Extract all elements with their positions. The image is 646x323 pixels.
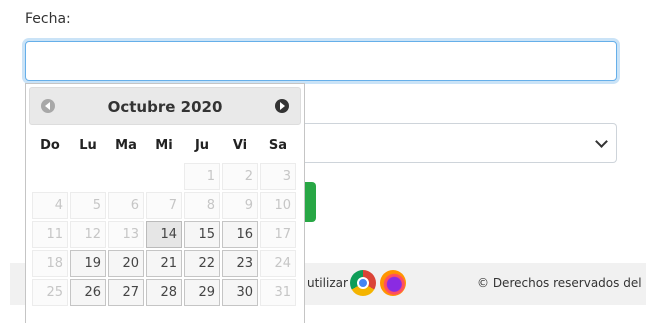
datepicker: Octubre 2020 Do Lu Ma Mi Ju Vi Sa 1 2 3 4 5 6 7 8 9 10 1… <box>25 83 305 323</box>
calendar-day: 6 <box>108 192 144 219</box>
select-dropdown[interactable] <box>297 123 617 163</box>
calendar-day-cell: 3 <box>260 163 296 190</box>
calendar-day-cell: 18 <box>32 250 68 277</box>
calendar-day-cell[interactable]: 28 <box>146 279 182 306</box>
calendar-day[interactable]: 27 <box>108 279 144 306</box>
fecha-label: Fecha: <box>25 11 71 27</box>
calendar-day-cell: 25 <box>32 279 68 306</box>
calendar-week-row: 25 26 27 28 29 30 31 <box>32 279 296 306</box>
calendar-day-cell: 12 <box>70 221 106 248</box>
chrome-icon <box>350 270 376 296</box>
calendar-day-cell: 9 <box>222 192 258 219</box>
calendar-day: 24 <box>260 250 296 277</box>
datepicker-header: Octubre 2020 <box>29 87 301 125</box>
calendar-week-row: 18 19 20 21 22 23 24 <box>32 250 296 277</box>
firefox-icon <box>380 270 406 296</box>
calendar-day: 10 <box>260 192 296 219</box>
calendar-week-row: 4 5 6 7 8 9 10 <box>32 192 296 219</box>
calendar-day-cell[interactable]: 16 <box>222 221 258 248</box>
calendar-day: 11 <box>32 221 68 248</box>
calendar-day-today[interactable]: 14 <box>146 221 182 248</box>
calendar-day-cell: 6 <box>108 192 144 219</box>
calendar-empty-cell <box>108 163 144 190</box>
chevron-right-circle-icon[interactable] <box>275 99 289 113</box>
calendar-day-cell[interactable]: 26 <box>70 279 106 306</box>
page: Fecha: utilizar © Derechos reservados de… <box>0 0 646 323</box>
calendar-day: 1 <box>184 163 220 190</box>
calendar-day: 4 <box>32 192 68 219</box>
calendar-day[interactable]: 30 <box>222 279 258 306</box>
calendar-day[interactable]: 23 <box>222 250 258 277</box>
datepicker-title: Octubre 2020 <box>107 98 223 116</box>
calendar-day: 25 <box>32 279 68 306</box>
weekday-header: Ma <box>115 137 137 153</box>
calendar-empty-cell <box>32 163 68 190</box>
calendar-day-cell[interactable]: 15 <box>184 221 220 248</box>
calendar-day[interactable]: 16 <box>222 221 258 248</box>
calendar-day-cell: 24 <box>260 250 296 277</box>
calendar-day: 17 <box>260 221 296 248</box>
footer-use-text: utilizar <box>307 276 348 290</box>
weekday-header: Do <box>40 137 60 153</box>
calendar-day[interactable]: 21 <box>146 250 182 277</box>
calendar-day-cell: 5 <box>70 192 106 219</box>
calendar-day: 7 <box>146 192 182 219</box>
chevron-down-icon <box>595 135 608 148</box>
calendar-day[interactable]: 19 <box>70 250 106 277</box>
calendar-day-cell[interactable]: 30 <box>222 279 258 306</box>
calendar-day-cell[interactable]: 22 <box>184 250 220 277</box>
calendar-day: 9 <box>222 192 258 219</box>
calendar-day: 5 <box>70 192 106 219</box>
calendar-day-cell[interactable]: 27 <box>108 279 144 306</box>
calendar-day-cell[interactable]: 19 <box>70 250 106 277</box>
calendar-day: 3 <box>260 163 296 190</box>
calendar-day[interactable]: 15 <box>184 221 220 248</box>
calendar-day[interactable]: 20 <box>108 250 144 277</box>
calendar-day: 13 <box>108 221 144 248</box>
calendar-day-cell[interactable]: 14 <box>146 221 182 248</box>
fecha-input[interactable] <box>25 41 617 81</box>
calendar-day-cell: 4 <box>32 192 68 219</box>
calendar-week-row: 123 <box>32 163 296 190</box>
calendar-day-cell: 1 <box>184 163 220 190</box>
calendar-empty-cell <box>146 163 182 190</box>
weekday-header: Mi <box>155 137 173 153</box>
calendar-day[interactable]: 26 <box>70 279 106 306</box>
calendar-day[interactable]: 28 <box>146 279 182 306</box>
calendar-day-cell[interactable]: 21 <box>146 250 182 277</box>
calendar-day-cell: 11 <box>32 221 68 248</box>
weekday-row: Do Lu Ma Mi Ju Vi Sa <box>32 129 296 161</box>
calendar-day-cell: 2 <box>222 163 258 190</box>
calendar-empty-cell <box>70 163 106 190</box>
calendar-day: 8 <box>184 192 220 219</box>
calendar-day: 18 <box>32 250 68 277</box>
calendar-day-cell: 7 <box>146 192 182 219</box>
weekday-header: Lu <box>79 137 97 153</box>
weekday-header: Ju <box>194 137 210 153</box>
calendar-grid: Do Lu Ma Mi Ju Vi Sa 1 2 3 4 5 6 7 8 9 10 11 12 13 14 15 16 17… <box>30 127 298 308</box>
calendar-day: 31 <box>260 279 296 306</box>
calendar-day: 2 <box>222 163 258 190</box>
calendar-day-cell: 13 <box>108 221 144 248</box>
calendar-day-cell: 10 <box>260 192 296 219</box>
calendar-day-cell[interactable]: 20 <box>108 250 144 277</box>
calendar-day: 12 <box>70 221 106 248</box>
weekday-header: Sa <box>268 137 288 153</box>
calendar-day-cell: 8 <box>184 192 220 219</box>
calendar-day-cell: 17 <box>260 221 296 248</box>
calendar-day[interactable]: 29 <box>184 279 220 306</box>
footer-copyright: © Derechos reservados del G <box>477 276 646 290</box>
calendar-week-row: 11 12 13 14 15 16 17 <box>32 221 296 248</box>
calendar-day-cell[interactable]: 23 <box>222 250 258 277</box>
calendar-day[interactable]: 22 <box>184 250 220 277</box>
calendar-day-cell: 31 <box>260 279 296 306</box>
calendar-day-cell[interactable]: 29 <box>184 279 220 306</box>
weekday-header: Vi <box>232 137 248 153</box>
